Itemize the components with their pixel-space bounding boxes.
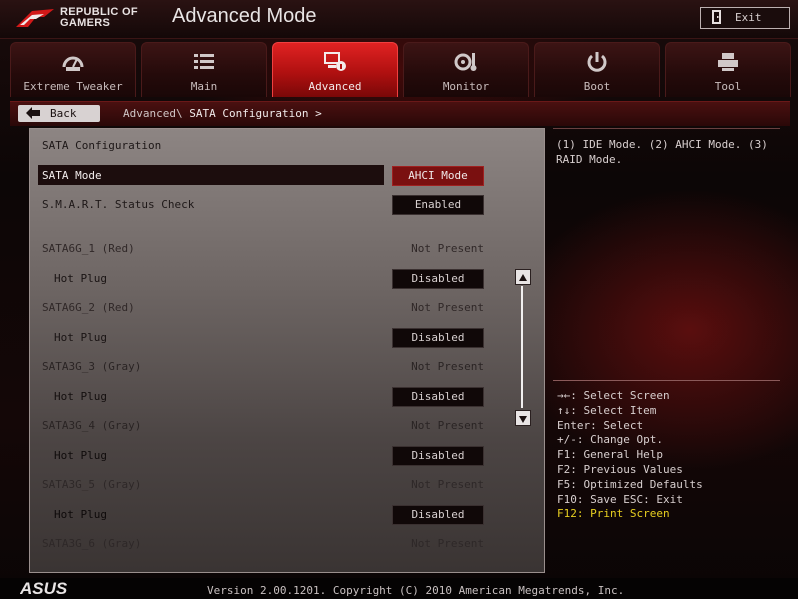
back-arrow-icon bbox=[26, 107, 40, 119]
triangle-down-icon bbox=[519, 416, 527, 423]
divider bbox=[553, 380, 780, 381]
setting-label: Hot Plug bbox=[54, 390, 107, 403]
brand-text: ASUS bbox=[20, 580, 68, 596]
back-button[interactable]: Back bbox=[18, 105, 100, 122]
setting-label: Hot Plug bbox=[54, 449, 107, 462]
asus-logo: ASUS bbox=[20, 580, 68, 596]
scrollbar-track[interactable] bbox=[521, 286, 523, 408]
mode-title: Advanced Mode bbox=[172, 5, 317, 27]
port-label: SATA3G_6 (Gray) bbox=[42, 537, 142, 550]
rog-eye-icon bbox=[16, 9, 54, 27]
rog-logo: REPUBLIC OF GAMERS bbox=[14, 5, 144, 33]
tab-extreme-tweaker[interactable]: Extreme Tweaker bbox=[10, 42, 136, 97]
tab-label: Boot bbox=[583, 80, 611, 93]
power-icon bbox=[587, 52, 607, 72]
setting-label: S.M.A.R.T. Status Check bbox=[42, 198, 195, 211]
tab-label: Tool bbox=[714, 80, 742, 93]
hotplug-dropdown[interactable]: Disabled bbox=[392, 505, 484, 525]
port-label: SATA3G_3 (Gray) bbox=[42, 360, 142, 373]
advanced-icon bbox=[324, 52, 346, 71]
key-hint: Enter: Select bbox=[557, 418, 644, 432]
breadcrumb-current: SATA Configuration > bbox=[189, 107, 322, 120]
setting-row-sata-mode[interactable]: SATA Mode AHCI Mode bbox=[34, 165, 530, 186]
exit-door-icon bbox=[712, 10, 721, 24]
port-label: SATA3G_5 (Gray) bbox=[42, 478, 142, 491]
setting-label: Hot Plug bbox=[54, 508, 107, 521]
port-status: Not Present bbox=[411, 360, 484, 373]
port-status: Not Present bbox=[411, 242, 484, 255]
tab-main[interactable]: Main bbox=[141, 42, 267, 97]
main-tabs: Extreme Tweaker Main Advanced Monitor Bo… bbox=[10, 42, 798, 98]
key-hint-print-screen[interactable]: F12: Print Screen bbox=[557, 507, 703, 522]
setting-row-smart-check[interactable]: S.M.A.R.T. Status Check Enabled bbox=[34, 194, 530, 215]
port-status: Not Present bbox=[411, 537, 484, 550]
hotplug-dropdown[interactable]: Disabled bbox=[392, 446, 484, 466]
tab-tool[interactable]: Tool bbox=[665, 42, 791, 97]
port-label: SATA3G_4 (Gray) bbox=[42, 419, 142, 432]
hotplug-row-sata6g-1[interactable]: Hot Plug Disabled bbox=[34, 268, 530, 289]
port-row-sata6g-2: SATA6G_2 (Red) Not Present bbox=[34, 297, 530, 317]
scroll-down-button[interactable] bbox=[515, 410, 531, 426]
rog-text: REPUBLIC OF GAMERS bbox=[60, 7, 138, 29]
hotplug-row-sata3g-3[interactable]: Hot Plug Disabled bbox=[34, 386, 530, 407]
tab-label: Monitor bbox=[442, 80, 490, 93]
back-label: Back bbox=[50, 107, 77, 120]
version-text: Version 2.00.1201. Copyright (C) 2010 Am… bbox=[207, 584, 625, 597]
scroll-up-button[interactable] bbox=[515, 269, 531, 285]
port-row-sata3g-3: SATA3G_3 (Gray) Not Present bbox=[34, 356, 530, 376]
port-row-sata6g-1: SATA6G_1 (Red) Not Present bbox=[34, 238, 530, 258]
panel-title: SATA Configuration bbox=[42, 139, 162, 152]
exit-button[interactable]: Exit bbox=[700, 7, 790, 29]
help-description: (1) IDE Mode. (2) AHCI Mode. (3) RAID Mo… bbox=[556, 138, 768, 166]
breadcrumb-path: Advanced\ bbox=[123, 107, 190, 120]
list-icon bbox=[194, 54, 214, 69]
meter-icon bbox=[62, 56, 84, 71]
sata-mode-dropdown[interactable]: AHCI Mode bbox=[392, 166, 484, 186]
key-hint: F1: General Help bbox=[557, 448, 663, 462]
port-status: Not Present bbox=[411, 478, 484, 491]
printer-icon bbox=[718, 53, 738, 71]
hotplug-row-sata3g-5[interactable]: Hot Plug Disabled bbox=[34, 504, 530, 525]
key-hint: F5: Optimized Defaults bbox=[557, 477, 703, 491]
divider bbox=[553, 128, 780, 129]
key-hint: ↑↓: Select Item bbox=[557, 403, 657, 417]
port-status: Not Present bbox=[411, 301, 484, 314]
key-hint: F2: Previous Values bbox=[557, 462, 683, 476]
logo-line2: GAMERS bbox=[60, 17, 111, 29]
hotplug-dropdown[interactable]: Disabled bbox=[392, 387, 484, 407]
setting-label: SATA Mode bbox=[42, 169, 102, 182]
key-hint: +/-: Change Opt. bbox=[557, 433, 663, 447]
tab-advanced[interactable]: Advanced bbox=[272, 42, 398, 97]
port-row-sata3g-4: SATA3G_4 (Gray) Not Present bbox=[34, 415, 530, 435]
fan-temp-icon bbox=[454, 53, 477, 71]
hotplug-row-sata6g-2[interactable]: Hot Plug Disabled bbox=[34, 327, 530, 348]
key-legend: →←: Select Screen ↑↓: Select Item Enter:… bbox=[557, 389, 703, 522]
port-row-sata3g-5: SATA3G_5 (Gray) Not Present bbox=[34, 474, 530, 494]
header-bar: REPUBLIC OF GAMERS Advanced Mode Exit bbox=[0, 0, 798, 39]
port-row-sata3g-6: SATA3G_6 (Gray) Not Present bbox=[34, 533, 530, 553]
tab-boot[interactable]: Boot bbox=[534, 42, 660, 97]
breadcrumb-bar: Back Advanced\ SATA Configuration > bbox=[10, 101, 790, 126]
tab-label: Advanced bbox=[308, 80, 362, 93]
smart-check-dropdown[interactable]: Enabled bbox=[392, 195, 484, 215]
port-label: SATA6G_1 (Red) bbox=[42, 242, 135, 255]
key-hint: →←: Select Screen bbox=[557, 389, 670, 402]
hotplug-dropdown[interactable]: Disabled bbox=[392, 269, 484, 289]
tab-label: Extreme Tweaker bbox=[23, 80, 123, 93]
breadcrumb: Advanced\ SATA Configuration > bbox=[123, 107, 322, 120]
tab-monitor[interactable]: Monitor bbox=[403, 42, 529, 97]
triangle-up-icon bbox=[519, 274, 527, 281]
port-label: SATA6G_2 (Red) bbox=[42, 301, 135, 314]
hotplug-dropdown[interactable]: Disabled bbox=[392, 328, 484, 348]
setting-label: Hot Plug bbox=[54, 331, 107, 344]
key-hint: F10: Save ESC: Exit bbox=[557, 492, 683, 506]
port-status: Not Present bbox=[411, 419, 484, 432]
setting-label: Hot Plug bbox=[54, 272, 107, 285]
settings-panel: SATA Configuration SATA Mode AHCI Mode S… bbox=[29, 128, 545, 573]
exit-label: Exit bbox=[735, 11, 762, 24]
hotplug-row-sata3g-4[interactable]: Hot Plug Disabled bbox=[34, 445, 530, 466]
tab-label: Main bbox=[190, 80, 218, 93]
